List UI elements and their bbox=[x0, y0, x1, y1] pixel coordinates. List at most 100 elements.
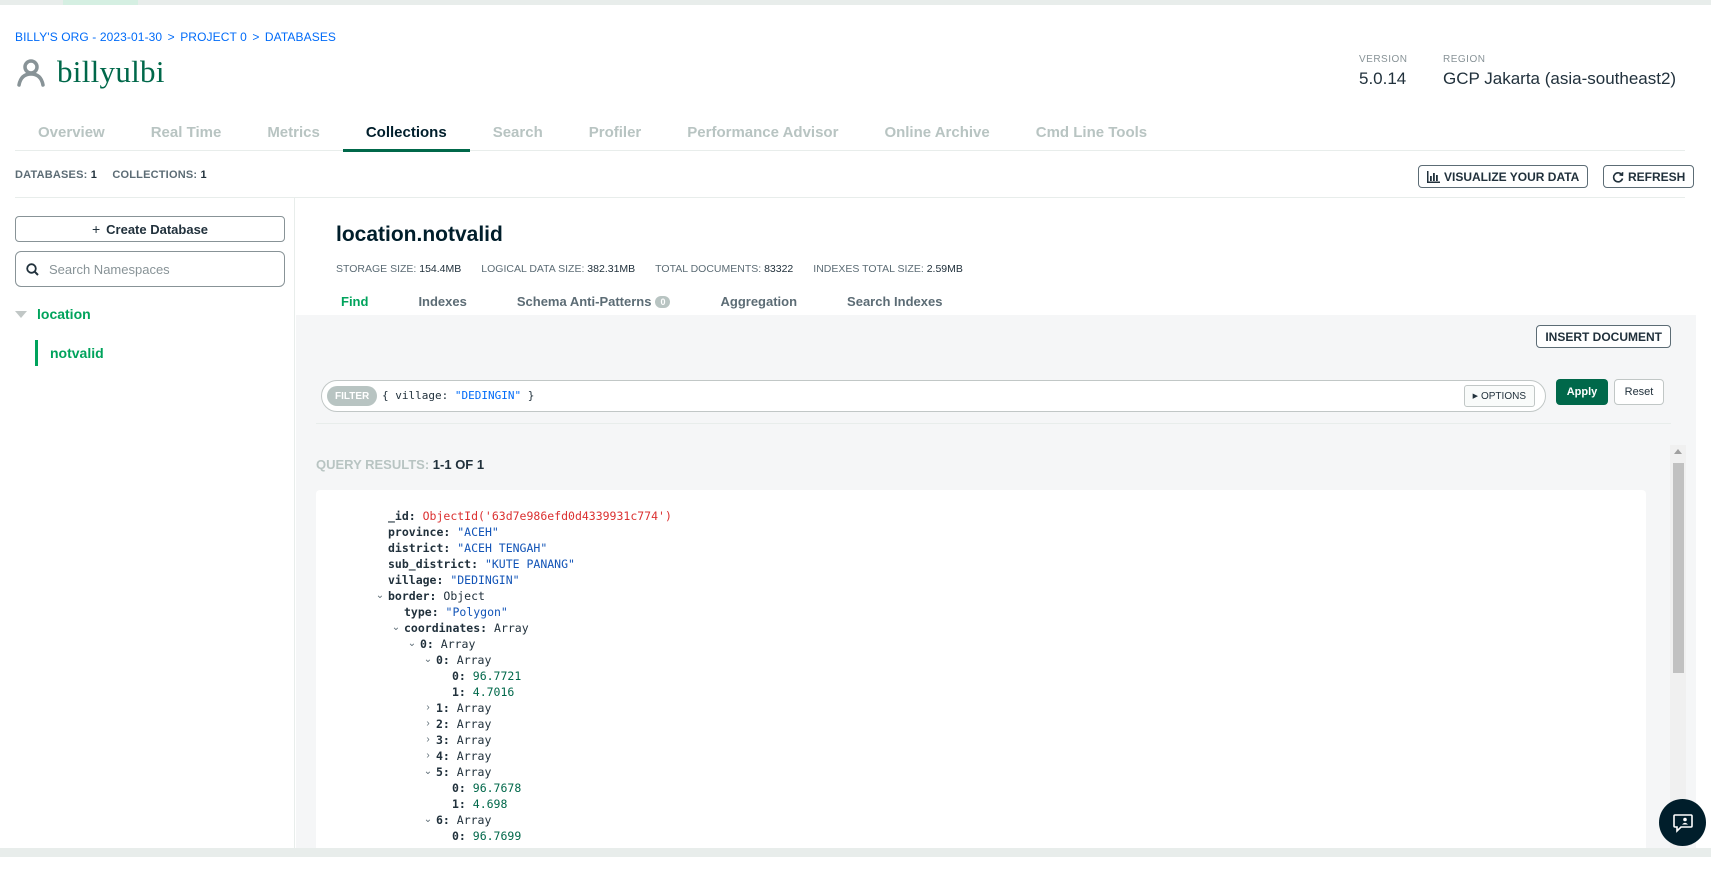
field-value: Object bbox=[443, 589, 485, 603]
filter-bar: FILTER { village: "DEDINGIN" } ▶ OPTIONS bbox=[321, 380, 1546, 412]
region-value: GCP Jakarta (asia-southeast2) bbox=[1443, 69, 1677, 88]
scrollbar-thumb[interactable] bbox=[1673, 463, 1684, 673]
subtab-schema-anti-patterns[interactable]: Schema Anti-Patterns 0 bbox=[492, 290, 696, 315]
apply-button[interactable]: Apply bbox=[1556, 379, 1608, 405]
field-key: type: bbox=[404, 605, 446, 619]
search-namespaces-input[interactable]: Search Namespaces bbox=[15, 251, 285, 287]
scroll-up-arrow-icon[interactable] bbox=[1674, 449, 1682, 454]
collection-label: notvalid bbox=[50, 345, 104, 361]
chevron-right-icon[interactable]: › bbox=[423, 732, 433, 748]
field-value: "ACEH" bbox=[457, 525, 499, 539]
visualize-data-button[interactable]: VISUALIZE YOUR DATA bbox=[1418, 165, 1589, 188]
logical-data-size: LOGICAL DATA SIZE: 382.31MB bbox=[481, 263, 635, 275]
tab-real-time[interactable]: Real Time bbox=[128, 120, 245, 151]
sidebar-collection-notvalid[interactable]: notvalid bbox=[35, 340, 104, 366]
caret-down-icon[interactable] bbox=[15, 310, 27, 318]
tab-profiler[interactable]: Profiler bbox=[566, 120, 665, 151]
databases-count: 1 bbox=[90, 169, 98, 181]
collection-stats: STORAGE SIZE: 154.4MB LOGICAL DATA SIZE:… bbox=[336, 263, 963, 275]
chevron-down-icon[interactable]: ⌄ bbox=[407, 636, 417, 652]
document-field: 0: Array bbox=[436, 652, 491, 668]
chevron-right-icon[interactable]: › bbox=[423, 700, 433, 716]
chevron-down-icon[interactable]: ⌄ bbox=[375, 588, 385, 604]
field-key: 0: bbox=[452, 669, 473, 683]
tab-cmd-line-tools[interactable]: Cmd Line Tools bbox=[1013, 120, 1170, 151]
chevron-down-icon[interactable]: ⌄ bbox=[423, 812, 433, 828]
field-key: 0: bbox=[420, 637, 441, 651]
field-value: 96.7699 bbox=[472, 829, 522, 843]
options-button[interactable]: ▶ OPTIONS bbox=[1463, 385, 1535, 407]
document-field: _id: ObjectId('63d7e986efd0d4339931c774'… bbox=[388, 508, 672, 524]
total-documents: TOTAL DOCUMENTS: 83322 bbox=[655, 263, 793, 275]
refresh-icon bbox=[1612, 171, 1624, 183]
field-key: district: bbox=[388, 541, 458, 555]
field-value: Array bbox=[456, 653, 492, 667]
field-key: 5: bbox=[436, 765, 457, 779]
tab-performance-advisor[interactable]: Performance Advisor bbox=[664, 120, 861, 151]
chat-support-button[interactable] bbox=[1659, 799, 1706, 846]
create-database-button[interactable]: + Create Database bbox=[15, 216, 285, 242]
tab-overview[interactable]: Overview bbox=[15, 120, 128, 151]
refresh-button[interactable]: REFRESH bbox=[1603, 165, 1695, 188]
filter-query-input[interactable]: { village: "DEDINGIN" } bbox=[382, 389, 534, 402]
chevron-down-icon[interactable]: ⌄ bbox=[423, 652, 433, 668]
field-value: "ACEH TENGAH" bbox=[457, 541, 548, 555]
chevron-down-icon[interactable]: ⌄ bbox=[423, 764, 433, 780]
document-field: 5: Array bbox=[436, 764, 491, 780]
schema-count-badge: 0 bbox=[655, 296, 671, 308]
field-key: border: bbox=[388, 589, 444, 603]
field-value: 4.698 bbox=[472, 797, 508, 811]
field-key: 0: bbox=[436, 653, 457, 667]
caret-right-icon: ▶ bbox=[1472, 393, 1478, 400]
refresh-label: REFRESH bbox=[1628, 169, 1686, 184]
breadcrumb-org[interactable]: BILLY'S ORG - 2023-01-30 bbox=[15, 30, 162, 44]
document-field: 3: Array bbox=[436, 732, 491, 748]
sidebar-database-location[interactable]: location bbox=[15, 306, 91, 322]
indexes-total-size: INDEXES TOTAL SIZE: 2.59MB bbox=[813, 263, 963, 275]
indexes-size-value: 2.59MB bbox=[926, 263, 963, 275]
subtab-aggregation[interactable]: Aggregation bbox=[695, 290, 822, 315]
field-value: Array bbox=[456, 701, 492, 715]
field-value: Array bbox=[494, 621, 529, 635]
tab-collections[interactable]: Collections bbox=[342, 120, 470, 152]
field-key: village: bbox=[388, 573, 451, 587]
vertical-scrollbar[interactable] bbox=[1670, 445, 1686, 857]
user-icon bbox=[17, 59, 45, 87]
field-value: ObjectId('63d7e986efd0d4339931c774') bbox=[422, 509, 672, 523]
tab-metrics[interactable]: Metrics bbox=[244, 120, 343, 151]
indexes-size-label: INDEXES TOTAL SIZE: bbox=[813, 263, 924, 275]
document-field: 0: 96.7678 bbox=[452, 780, 521, 796]
field-key: _id: bbox=[388, 509, 423, 523]
document-field: district: "ACEH TENGAH" bbox=[388, 540, 547, 556]
subtab-find[interactable]: Find bbox=[316, 290, 393, 315]
breadcrumb-page[interactable]: DATABASES bbox=[265, 30, 336, 44]
storage-size: STORAGE SIZE: 154.4MB bbox=[336, 263, 461, 275]
field-key: 0: bbox=[452, 829, 473, 843]
query-results-range: 1-1 OF 1 bbox=[432, 457, 485, 472]
field-value: Array bbox=[456, 717, 492, 731]
query-results-label: QUERY RESULTS: bbox=[316, 457, 430, 472]
field-key: 0: bbox=[452, 781, 473, 795]
document-field: 1: Array bbox=[436, 700, 491, 716]
options-label: OPTIONS bbox=[1480, 390, 1526, 402]
version-value: 5.0.14 bbox=[1359, 69, 1407, 88]
reset-button[interactable]: Reset bbox=[1614, 379, 1664, 405]
subtab-search-indexes[interactable]: Search Indexes bbox=[822, 290, 967, 315]
tab-online-archive[interactable]: Online Archive bbox=[861, 120, 1012, 151]
field-key: coordinates: bbox=[404, 621, 495, 635]
schema-anti-patterns-label: Schema Anti-Patterns bbox=[516, 294, 652, 309]
collections-count: 1 bbox=[200, 169, 207, 181]
chevron-down-icon[interactable]: ⌄ bbox=[391, 620, 401, 636]
breadcrumb-project[interactable]: PROJECT 0 bbox=[180, 30, 247, 44]
field-value: "KUTE PANANG" bbox=[484, 557, 575, 571]
tab-search[interactable]: Search bbox=[470, 120, 566, 151]
chevron-right-icon[interactable]: › bbox=[423, 716, 433, 732]
document-field: 0: 96.7721 bbox=[452, 668, 521, 684]
visualize-data-label: VISUALIZE YOUR DATA bbox=[1444, 169, 1580, 184]
subtab-indexes[interactable]: Indexes bbox=[393, 290, 491, 315]
namespace-sidebar: + Create Database Search Namespaces loca… bbox=[15, 198, 295, 857]
chevron-right-icon[interactable]: › bbox=[423, 748, 433, 764]
insert-document-button[interactable]: INSERT DOCUMENT bbox=[1536, 325, 1671, 348]
field-key: 3: bbox=[436, 733, 457, 747]
document-field: 1: 4.7016 bbox=[452, 684, 514, 700]
